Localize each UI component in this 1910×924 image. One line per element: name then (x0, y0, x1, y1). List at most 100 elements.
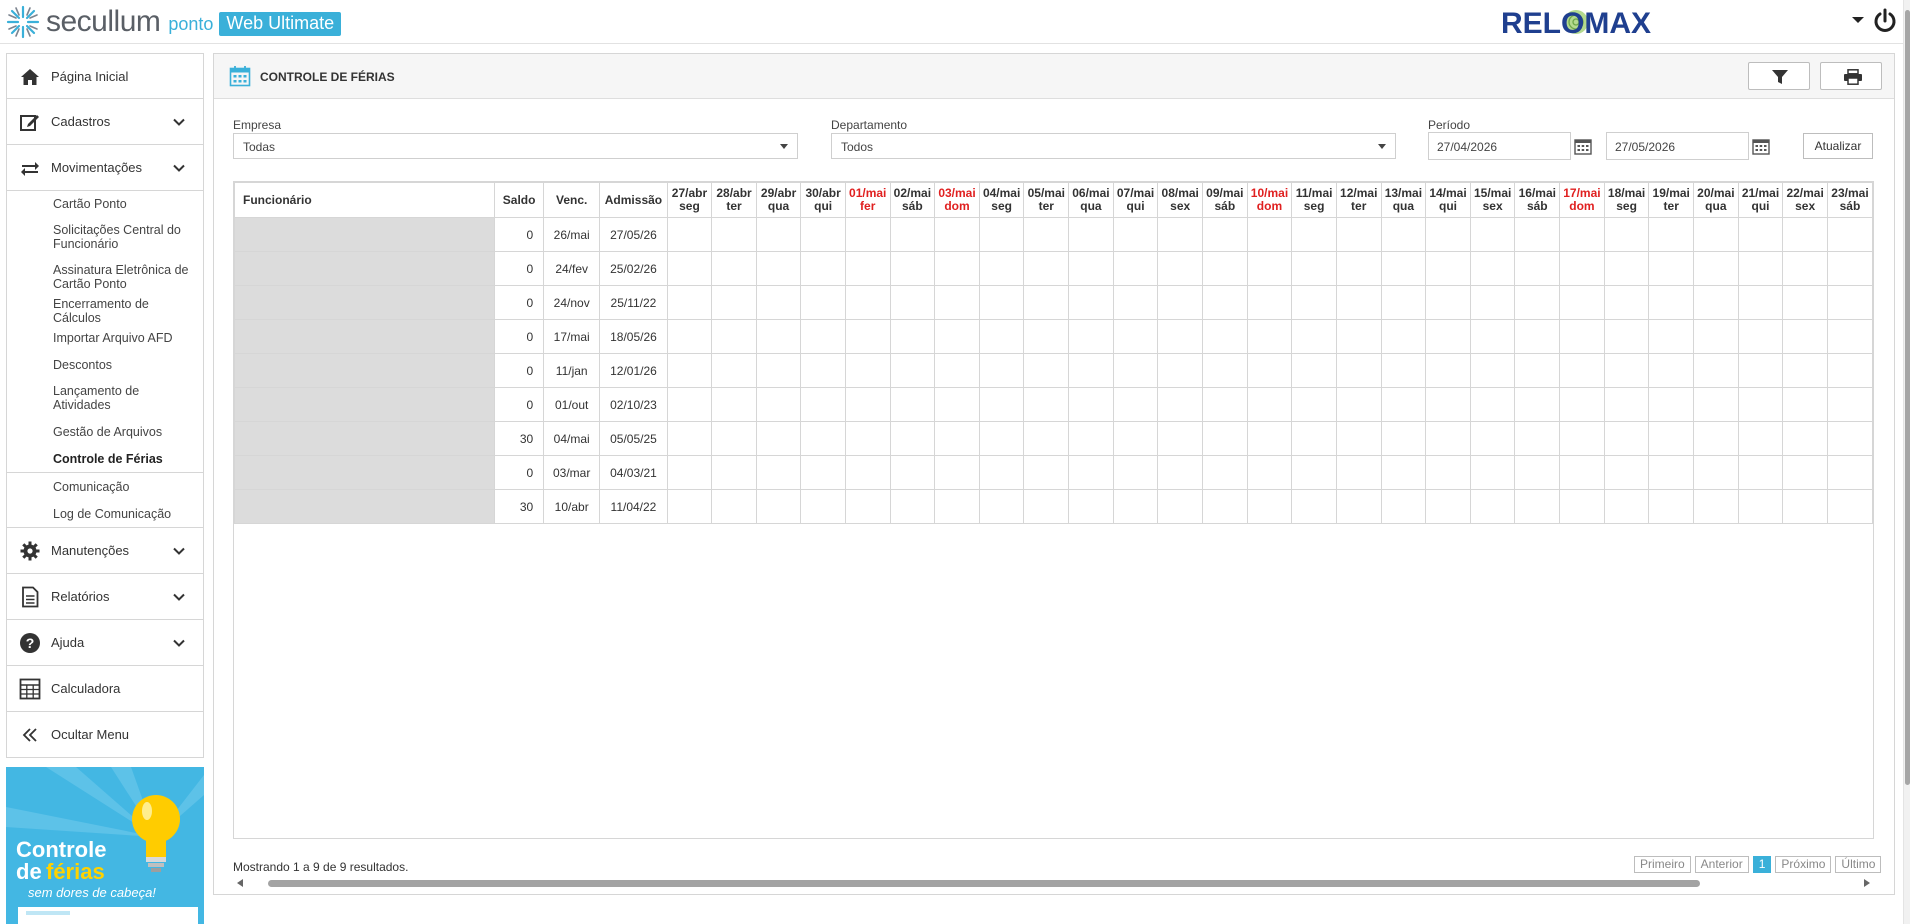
cell-day[interactable] (1380, 455, 1427, 490)
cell-day-vacation[interactable] (1559, 285, 1605, 320)
cell-day-vacation[interactable] (1202, 285, 1248, 320)
cell-day-vacation[interactable] (1737, 285, 1784, 320)
cell-day[interactable] (1112, 455, 1159, 490)
scroll-right-icon[interactable] (1864, 879, 1870, 887)
cell-day[interactable] (1291, 387, 1337, 422)
cell-day[interactable] (1335, 353, 1382, 388)
cell-day[interactable] (1157, 387, 1204, 422)
column-header-admissao[interactable]: Admissão (599, 182, 668, 218)
cell-day[interactable] (889, 489, 936, 524)
cell-day-inactive[interactable] (1514, 319, 1561, 354)
cell-day-inactive[interactable] (1782, 217, 1828, 252)
cell-day-inactive[interactable] (1826, 217, 1873, 252)
table-row[interactable]: 0 11/jan 12/01/26 (234, 353, 1873, 388)
periodo-fim-input[interactable]: 27/05/2026 (1606, 132, 1749, 160)
cell-day[interactable] (1202, 387, 1248, 422)
cell-day-vacation[interactable] (978, 285, 1025, 320)
cell-day-inactive[interactable] (1068, 319, 1114, 354)
cell-day[interactable] (1112, 387, 1159, 422)
filter-button[interactable] (1748, 62, 1810, 90)
column-header-saldo[interactable]: Saldo (494, 182, 545, 218)
cell-day[interactable] (978, 387, 1025, 422)
cell-day[interactable] (1023, 421, 1070, 456)
cell-day-inactive[interactable] (755, 217, 802, 252)
cell-day[interactable] (1559, 387, 1605, 422)
cell-day[interactable] (1335, 421, 1382, 456)
cell-day-inactive[interactable] (1737, 217, 1784, 252)
cell-day[interactable] (800, 455, 846, 490)
cell-day[interactable] (755, 455, 802, 490)
cell-day[interactable] (1023, 353, 1070, 388)
cell-day-inactive[interactable] (844, 217, 891, 252)
cell-day[interactable] (1648, 319, 1695, 354)
pager-previous[interactable]: Anterior (1694, 856, 1749, 873)
cell-day[interactable] (1380, 387, 1427, 422)
cell-day[interactable] (1068, 387, 1114, 422)
cell-day-inactive[interactable] (1246, 217, 1293, 252)
cell-day-inactive[interactable] (978, 217, 1025, 252)
sidebar-subitem-lancamento-atividades[interactable]: Lançamento de Atividades (7, 378, 203, 418)
sidebar-item-movimentacoes[interactable]: Movimentações (6, 145, 204, 191)
cell-day[interactable] (666, 421, 713, 456)
cell-day[interactable] (1693, 353, 1739, 388)
cell-day[interactable] (1559, 455, 1605, 490)
cell-day[interactable] (1693, 455, 1739, 490)
cell-day[interactable] (1291, 353, 1337, 388)
cell-day[interactable] (1782, 251, 1828, 286)
cell-day-inactive[interactable] (755, 319, 802, 354)
cell-day-inactive[interactable] (1380, 319, 1427, 354)
sidebar-item-relatorios[interactable]: Relatórios (6, 574, 204, 620)
cell-day[interactable] (1826, 489, 1873, 524)
cell-day[interactable] (1648, 251, 1695, 286)
cell-day[interactable] (934, 285, 980, 320)
cell-day[interactable] (1023, 455, 1070, 490)
cell-day[interactable] (934, 489, 980, 524)
cell-day[interactable] (1425, 455, 1471, 490)
cell-day[interactable] (800, 489, 846, 524)
cell-day-inactive[interactable] (978, 319, 1025, 354)
sidebar-subitem-descontos[interactable]: Descontos (7, 351, 203, 378)
cell-day[interactable] (844, 455, 891, 490)
cell-day[interactable] (1425, 251, 1471, 286)
cell-day[interactable] (1202, 489, 1248, 524)
scrollbar-thumb[interactable] (268, 880, 1700, 887)
table-row[interactable]: 30 10/abr 11/04/22 (234, 489, 1873, 524)
cell-day-vacation[interactable] (1112, 285, 1159, 320)
page-scrollbar[interactable] (1903, 0, 1910, 924)
cell-day[interactable] (1514, 387, 1561, 422)
cell-day[interactable] (978, 455, 1025, 490)
sidebar-subitem-comunicacao[interactable]: Comunicação (7, 472, 203, 500)
sidebar-subitem-gestao-arquivos[interactable]: Gestão de Arquivos (7, 418, 203, 445)
cell-funcionario[interactable] (234, 251, 496, 286)
cell-day-vacation[interactable] (1380, 285, 1427, 320)
cell-day-inactive[interactable] (844, 319, 891, 354)
cell-day-inactive[interactable] (1335, 217, 1382, 252)
cell-day[interactable] (1693, 387, 1739, 422)
sidebar-item-calculadora[interactable]: Calculadora (6, 666, 204, 712)
cell-day[interactable] (1335, 455, 1382, 490)
table-horizontal-scrollbar[interactable] (233, 875, 1874, 891)
cell-day-inactive[interactable] (934, 217, 980, 252)
cell-day-vacation[interactable] (1693, 285, 1739, 320)
cell-day-inactive[interactable] (1023, 319, 1070, 354)
cell-day[interactable] (1469, 421, 1516, 456)
cell-day[interactable] (666, 387, 713, 422)
scrollbar-track[interactable] (251, 880, 1856, 887)
cell-day[interactable] (1023, 489, 1070, 524)
pager-next[interactable]: Próximo (1775, 856, 1832, 873)
cell-day[interactable] (1737, 455, 1784, 490)
cell-day[interactable] (1246, 353, 1293, 388)
cell-day[interactable] (1291, 251, 1337, 286)
cell-day[interactable] (1559, 353, 1605, 388)
cell-day[interactable] (844, 353, 891, 388)
cell-day[interactable] (755, 353, 802, 388)
sidebar-subitem-solicitacoes[interactable]: Solicitações Central do Funcionário (7, 217, 203, 257)
calendar-picker-icon[interactable] (1752, 137, 1770, 155)
cell-day[interactable] (1826, 353, 1873, 388)
cell-day-vacation[interactable] (1782, 285, 1828, 320)
cell-funcionario[interactable] (234, 387, 496, 422)
sidebar-item-manutencoes[interactable]: Manutenções (6, 528, 204, 574)
cell-day[interactable] (1603, 353, 1650, 388)
cell-day-inactive[interactable] (1380, 217, 1427, 252)
cell-day[interactable] (1782, 319, 1828, 354)
